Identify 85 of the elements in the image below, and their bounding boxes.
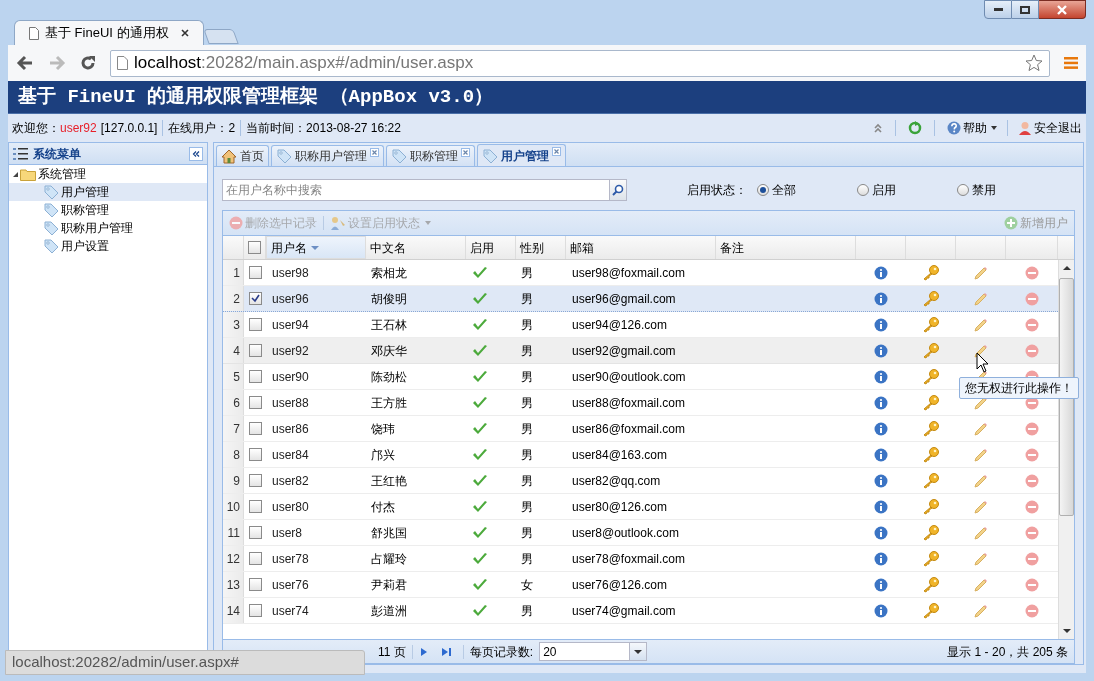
table-cell-text: user82@qq.com <box>571 472 662 490</box>
table-cell-text: 占耀玲 <box>370 550 408 568</box>
row-number: 10 <box>223 494 244 519</box>
table-cell-text: user94 <box>271 316 310 334</box>
current-time: 当前时间：2013-08-27 16:22 <box>246 120 401 137</box>
table-cell-text: 男 <box>520 368 534 386</box>
row-number: 7 <box>223 416 244 441</box>
table-cell-text: 付杰 <box>370 498 396 516</box>
row-number: 3 <box>223 312 244 337</box>
current-user: user92 <box>60 120 97 137</box>
table-cell-text: 男 <box>520 472 534 490</box>
table-cell-text: 索相龙 <box>370 264 408 282</box>
table-cell-text: 王方胜 <box>370 394 408 412</box>
row-number: 4 <box>223 338 244 363</box>
table-cell-text: user84@163.com <box>571 446 668 464</box>
table-cell-text: user74@gmail.com <box>571 602 677 620</box>
page-count: 11 页 <box>378 643 406 661</box>
tooltip: 您无权进行此操作！ <box>959 377 1079 399</box>
table-cell-text: user96 <box>271 290 310 308</box>
row-number: 8 <box>223 442 244 467</box>
table-cell-text: 男 <box>520 264 534 282</box>
table-cell-text: user92@gmail.com <box>571 342 677 360</box>
table-cell-text: 男 <box>520 394 534 412</box>
table-cell-text: 男 <box>520 316 534 334</box>
row-number: 11 <box>223 520 244 545</box>
table-cell-text: user86@foxmail.com <box>571 420 686 438</box>
table-cell-text: user78@foxmail.com <box>571 550 686 568</box>
table-cell-text: 尹莉君 <box>370 576 408 594</box>
row-number: 2 <box>223 286 244 311</box>
tab-title: 基于 FineUI 的通用权 <box>45 24 169 43</box>
table-cell-text: user80@126.com <box>571 498 668 516</box>
table-cell-text: user78 <box>271 550 310 568</box>
online-users: 在线用户：2 <box>168 120 236 137</box>
table-cell-text: user94@126.com <box>571 316 668 334</box>
table-cell-text: user90 <box>271 368 310 386</box>
table-cell-text: 男 <box>520 498 534 516</box>
welcome-label: 欢迎您： <box>12 120 60 137</box>
table-cell-text: 陈劲松 <box>370 368 408 386</box>
table-cell-text: 舒兆国 <box>370 524 408 542</box>
table-cell-text: 男 <box>520 550 534 568</box>
row-number: 5 <box>223 364 244 389</box>
table-cell-text: user98@foxmail.com <box>571 264 686 282</box>
table-cell-text: 胡俊明 <box>370 290 408 308</box>
table-cell-text: user8 <box>271 524 304 542</box>
row-number: 1 <box>223 260 244 285</box>
table-cell-text: user96@gmail.com <box>571 290 677 308</box>
filter-label: 启用状态： <box>687 182 748 199</box>
table-cell-text: 邝兴 <box>370 446 396 464</box>
app-title-bar: 基于 FineUI 的通用权限管理框架 （AppBox v3.0） <box>8 81 1086 114</box>
table-cell-text: user82 <box>271 472 310 490</box>
table-cell-text: 饶玮 <box>370 420 396 438</box>
table-cell-text: user76@126.com <box>571 576 668 594</box>
table-cell-text: 王石林 <box>370 316 408 334</box>
table-cell-text: user86 <box>271 420 310 438</box>
table-cell-text: 男 <box>520 290 534 308</box>
ip-address: [127.0.0.1] <box>100 120 158 137</box>
table-cell-text: user84 <box>271 446 310 464</box>
table-cell-text: 女 <box>520 576 534 594</box>
row-number: 12 <box>223 546 244 571</box>
table-cell-text: 男 <box>520 446 534 464</box>
table-cell-text: 男 <box>520 342 534 360</box>
table-cell-text: 男 <box>520 420 534 438</box>
record-summary: 显示 1 - 20，共 205 条 <box>947 643 1068 661</box>
table-cell-text: 王红艳 <box>370 472 408 490</box>
row-number: 14 <box>223 598 244 623</box>
url-text: localhost:20282/main.aspx#/admin/user.aspx <box>134 52 474 75</box>
table-cell-text: user98 <box>271 264 310 282</box>
table-cell-text: user8@outlook.com <box>571 524 680 542</box>
table-cell-text: user90@outlook.com <box>571 368 687 386</box>
row-number: 13 <box>223 572 244 597</box>
table-cell-text: user80 <box>271 498 310 516</box>
table-cell-text: user92 <box>271 342 310 360</box>
table-cell-text: 彭道洲 <box>370 602 408 620</box>
row-number: 9 <box>223 468 244 493</box>
table-cell-text: 男 <box>520 524 534 542</box>
page-size-label: 每页记录数: <box>469 643 534 661</box>
status-bubble: localhost:20282/admin/user.aspx# <box>5 650 365 675</box>
table-cell-text: 邓庆华 <box>370 342 408 360</box>
table-cell-text: user88@foxmail.com <box>571 394 686 412</box>
table-cell-text: user74 <box>271 602 310 620</box>
table-cell-text: user88 <box>271 394 310 412</box>
row-number: 6 <box>223 390 244 415</box>
table-cell-text: user76 <box>271 576 310 594</box>
sidebar-title: 系统菜单 <box>33 145 81 163</box>
table-cell-text: 男 <box>520 602 534 620</box>
